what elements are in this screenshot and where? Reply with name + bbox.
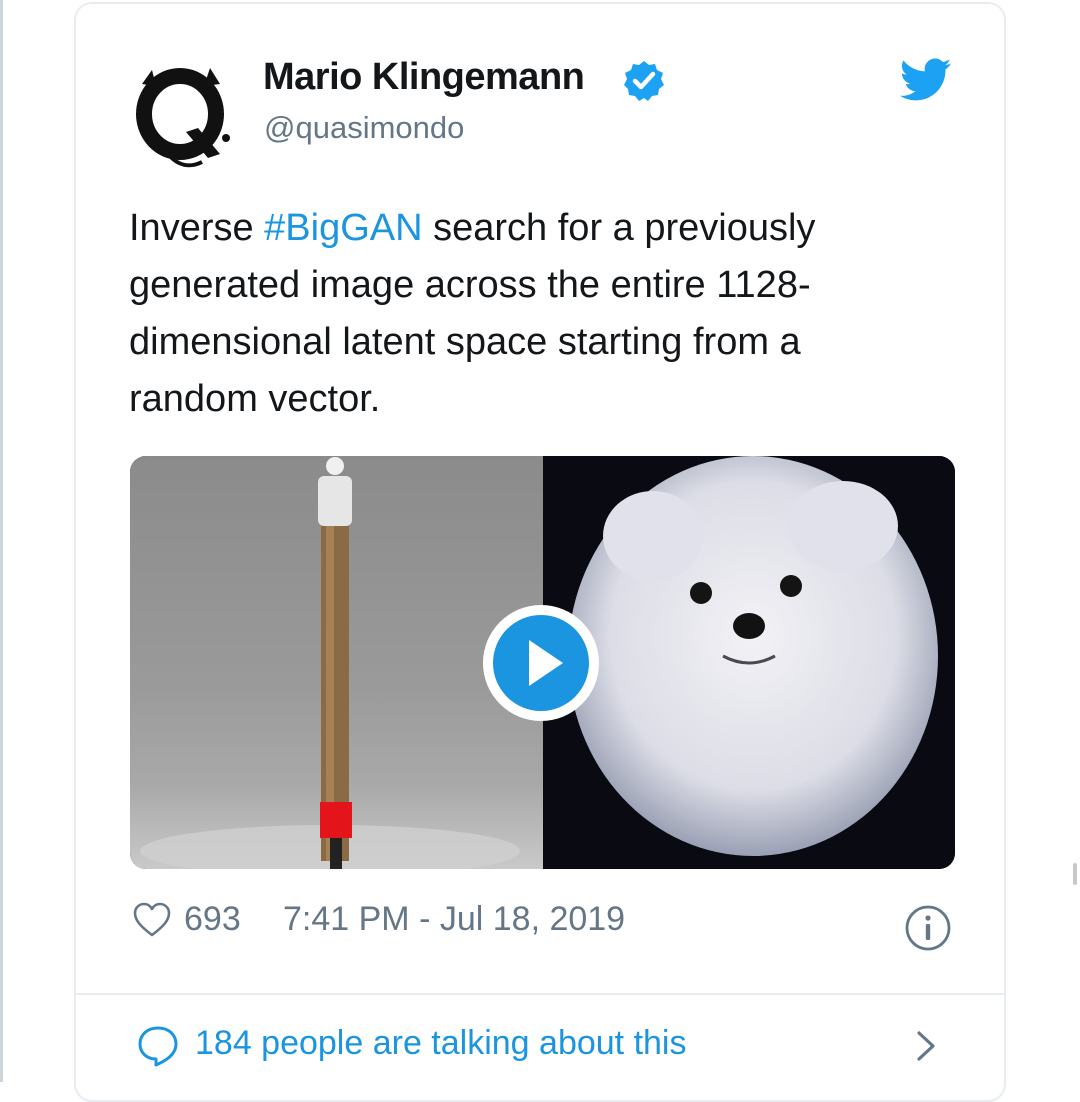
divider: [76, 993, 1004, 995]
scrollbar-thumb[interactable]: [1073, 863, 1077, 885]
tweet-timestamp[interactable]: 7:41 PM - Jul 18, 2019: [283, 900, 625, 939]
white-pomeranian-dog-image: [543, 456, 955, 869]
heart-icon[interactable]: [132, 900, 172, 940]
tweet-text-start: Inverse: [129, 207, 265, 249]
like-count[interactable]: 693: [184, 900, 241, 939]
author-handle[interactable]: @quasimondo: [264, 110, 464, 146]
chevron-right-icon[interactable]: [912, 1028, 940, 1064]
avatar[interactable]: [128, 62, 236, 170]
window-edge: [0, 0, 3, 1082]
verified-badge-icon: [624, 61, 664, 101]
comment-bubble-icon[interactable]: [136, 1024, 180, 1068]
author-name[interactable]: Mario Klingemann: [263, 56, 585, 99]
tweet-text: Inverse #BigGAN search for a previously …: [129, 200, 919, 428]
hashtag-link[interactable]: #BigGAN: [264, 207, 422, 249]
conversation-link[interactable]: 184 people are talking about this: [195, 1024, 686, 1063]
play-icon[interactable]: [480, 602, 602, 724]
info-icon[interactable]: [904, 904, 952, 952]
twitter-bird-icon[interactable]: [900, 58, 952, 102]
